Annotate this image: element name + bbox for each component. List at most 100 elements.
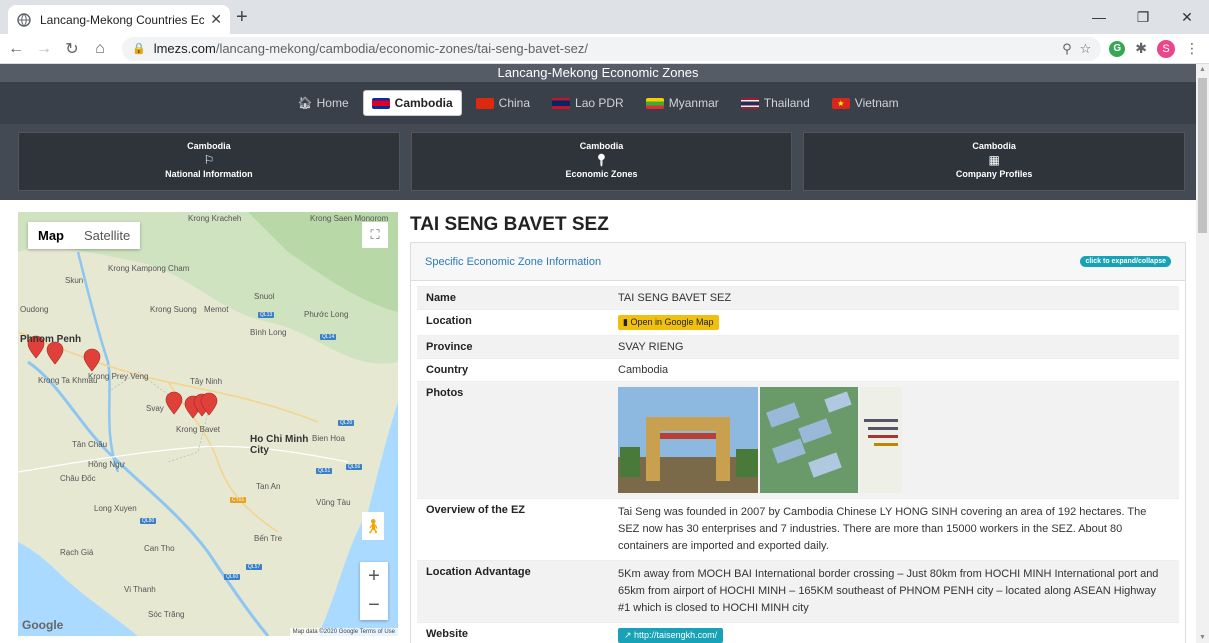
google-map[interactable]: Krong Kracheh Krong Saen Monorom Krong K… — [18, 212, 398, 636]
home-icon[interactable]: ⌂ — [88, 40, 112, 58]
minimize-icon[interactable]: — — [1077, 0, 1121, 34]
restore-icon[interactable]: ❐ — [1121, 0, 1165, 34]
row-key: Province — [417, 335, 609, 359]
map-label-hongngu: Hồng Ngự — [88, 460, 125, 469]
card-economic-zones[interactable]: Cambodia 📍︎ Economic Zones — [410, 132, 793, 191]
myanmar-flag-icon — [645, 97, 664, 109]
zone-content: TAI SENG BAVET SEZ Specific Economic Zon… — [410, 214, 1186, 643]
map-label-oudong: Oudong — [20, 305, 49, 314]
map-label-tanchau: Tân Châu — [72, 440, 108, 449]
url-host: lmezs.com — [153, 41, 216, 56]
close-tab-icon[interactable]: ✕ — [210, 11, 222, 28]
map-label-cantho: Can Tho — [144, 544, 175, 553]
map-label-vithanh: Vi Thanh — [124, 585, 156, 594]
nav-home[interactable]: 🏠︎ Home — [289, 91, 356, 115]
map-label-rachgia: Rạch Giá — [60, 548, 94, 557]
table-row: Overview of the EZ Tai Seng was founded … — [417, 498, 1179, 561]
open-google-map-button[interactable]: ▮ Open in Google Map — [618, 315, 719, 330]
kebab-menu-icon[interactable]: ⋮ — [1185, 40, 1199, 57]
nav-china[interactable]: China — [468, 91, 538, 115]
star-icon[interactable]: ☆ — [1080, 41, 1092, 57]
close-window-icon[interactable]: ✕ — [1165, 0, 1209, 34]
map-label-tanan: Tan An — [256, 482, 281, 491]
row-value: Cambodia — [609, 358, 1179, 382]
map-label-bentre: Bến Tre — [254, 534, 283, 543]
map-label-bienhoa: Bien Hoa — [312, 434, 345, 443]
extensions-icon[interactable]: ✱ — [1135, 40, 1147, 57]
lock-icon: 🔒 — [132, 43, 146, 55]
map-label-kratie: Krong Kracheh — [188, 214, 242, 223]
page-scrollbar[interactable]: ▲ ▼ — [1196, 64, 1209, 643]
map-label-soctrang: Sóc Trăng — [148, 610, 185, 619]
profile-avatar[interactable]: S — [1157, 39, 1175, 58]
zoom-out-button[interactable]: − — [360, 591, 388, 620]
row-key: Photos — [417, 381, 609, 499]
map-label-phnompenh: Phnom Penh — [20, 334, 82, 345]
section-cards: Cambodia ⚐ National Information Cambodia… — [0, 124, 1196, 200]
road-marker: QL51 — [316, 468, 333, 474]
row-value: 5Km away from MOCH BAI International bor… — [609, 560, 1179, 623]
panel-header[interactable]: Specific Economic Zone Information click… — [411, 243, 1185, 281]
row-value: SVAY RIENG — [609, 335, 1179, 359]
reload-icon[interactable]: ↻ — [60, 39, 84, 59]
table-row: Name TAI SENG BAVET SEZ — [417, 286, 1179, 310]
tab-title: Lancang-Mekong Countries Econ — [40, 12, 205, 27]
row-key: Location — [417, 309, 609, 336]
map-label-phuoclong: Phước Long — [304, 310, 349, 319]
address-bar[interactable]: 🔒 lmezs.com/lancang-mekong/cambodia/econ… — [122, 36, 1102, 61]
scrollbar-thumb[interactable] — [1198, 78, 1207, 233]
panel-title[interactable]: Specific Economic Zone Information — [425, 256, 601, 268]
map-label-prey: Krong Prey Veng — [88, 372, 149, 381]
row-key: Overview of the EZ — [417, 498, 609, 561]
nav-vietnam[interactable]: ★ Vietnam — [824, 91, 907, 115]
building-icon: ▦ — [988, 153, 1000, 167]
pegman-icon[interactable]: 🚶︎ — [362, 512, 384, 540]
scroll-down-icon[interactable]: ▼ — [1199, 634, 1206, 641]
expand-collapse-badge[interactable]: click to expand/collapse — [1080, 256, 1171, 267]
website-link-button[interactable]: ↗ http://taisengkh.com/ — [618, 628, 724, 643]
photo-gate[interactable] — [618, 387, 758, 493]
nav-laos[interactable]: Lao PDR — [544, 91, 632, 115]
nav-myanmar[interactable]: Myanmar — [638, 91, 727, 115]
browser-tabbar: Lancang-Mekong Countries Econ ✕ + — ❐ ✕ — [0, 0, 1209, 34]
laos-flag-icon — [552, 97, 571, 109]
map-label-chaudoc: Châu Đốc — [60, 474, 96, 483]
scroll-up-icon[interactable]: ▲ — [1199, 66, 1206, 73]
new-tab-icon[interactable]: + — [236, 6, 248, 29]
table-row: Location Advantage 5Km away from MOCH BA… — [417, 560, 1179, 623]
page: Lancang-Mekong Economic Zones 🏠︎ Home Cam… — [0, 64, 1209, 643]
house-icon: 🏠︎ — [297, 96, 313, 110]
photo-aerial[interactable] — [760, 387, 858, 493]
browser-tab[interactable]: Lancang-Mekong Countries Econ ✕ — [8, 5, 230, 34]
row-key: Location Advantage — [417, 560, 609, 623]
site-header: Lancang-Mekong Economic Zones 🏠︎ Home Cam… — [0, 64, 1196, 200]
zoom-icon[interactable]: ⚲ — [1062, 41, 1072, 57]
card-national-information[interactable]: Cambodia ⚐ National Information — [18, 132, 400, 191]
browser-toolbar: ← → ↻ ⌂ 🔒 lmezs.com/lancang-mekong/cambo… — [0, 34, 1209, 64]
map-label-memot: Memot — [204, 305, 229, 314]
zoom-in-button[interactable]: + — [360, 562, 388, 591]
road-marker: QL20 — [338, 420, 355, 426]
card-company-profiles[interactable]: Cambodia ▦ Company Profiles — [803, 132, 1186, 191]
photo-brochure[interactable] — [860, 387, 902, 493]
map-label-svay: Svay — [146, 404, 164, 413]
map-type-satellite-button[interactable]: Satellite — [74, 222, 140, 249]
nav-cambodia[interactable]: Cambodia — [362, 90, 462, 116]
fullscreen-icon[interactable]: ⛶ — [362, 222, 388, 248]
country-nav: 🏠︎ Home Cambodia China Lao PDR Myanmar Th… — [0, 82, 1196, 124]
nav-thailand[interactable]: Thailand — [733, 91, 818, 115]
map-label-bavet: Krong Bavet — [176, 425, 221, 434]
table-row: Location ▮ Open in Google Map — [417, 309, 1179, 336]
forward-icon[interactable]: → — [32, 40, 56, 58]
map-attribution[interactable]: Map data ©2020 Google Terms of Use — [289, 628, 398, 636]
map-label-suong: Krong Suong — [150, 305, 197, 314]
back-icon[interactable]: ← — [4, 40, 28, 58]
table-row: Country Cambodia — [417, 358, 1179, 382]
map-label-vungtau: Vũng Tàu — [316, 498, 351, 507]
grammarly-icon[interactable]: G — [1109, 40, 1126, 57]
thailand-flag-icon — [740, 97, 759, 109]
row-key: Website — [417, 622, 609, 643]
map-type-map-button[interactable]: Map — [28, 222, 74, 249]
row-value: Tai Seng was founded in 2007 by Cambodia… — [609, 498, 1179, 561]
table-row: Photos — [417, 381, 1179, 499]
